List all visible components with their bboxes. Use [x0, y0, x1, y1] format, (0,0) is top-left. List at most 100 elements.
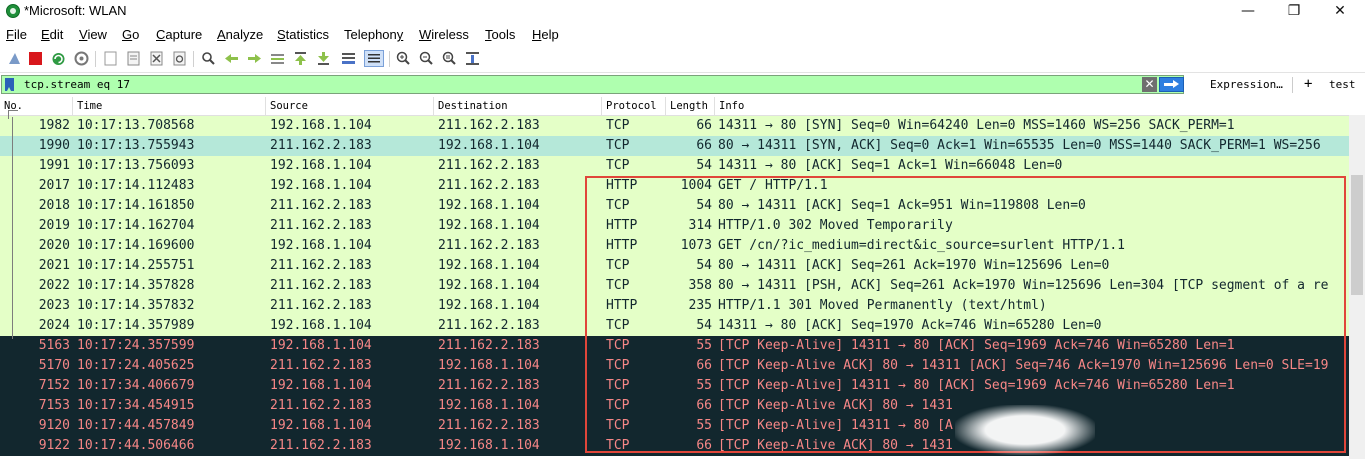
menu-analyze[interactable]: Analyze	[217, 27, 263, 42]
menu-tools[interactable]: Tools	[485, 27, 515, 42]
scrollbar-thumb[interactable]	[1351, 175, 1363, 295]
shark-fin-icon[interactable]	[6, 50, 23, 67]
menu-statistics[interactable]: Statistics	[277, 27, 329, 42]
packet-time: 10:17:44.457849	[77, 418, 195, 433]
packet-source: 211.162.2.183	[270, 398, 372, 413]
packet-info: 80 → 14311 [SYN, ACK] Seq=0 Ack=1 Win=65…	[718, 138, 1321, 153]
packet-time: 10:17:14.357832	[77, 298, 195, 313]
packet-destination: 192.168.1.104	[438, 258, 540, 273]
zoom-out-icon[interactable]	[418, 50, 435, 67]
packet-destination: 192.168.1.104	[438, 218, 540, 233]
packet-destination: 192.168.1.104	[438, 398, 540, 413]
packet-time: 10:17:14.169600	[77, 238, 195, 253]
packet-destination: 211.162.2.183	[438, 418, 540, 433]
packet-source: 192.168.1.104	[270, 318, 372, 333]
resize-columns-icon[interactable]	[464, 50, 481, 67]
back-arrow-icon[interactable]	[223, 50, 240, 67]
packet-number: 2023	[38, 298, 70, 313]
display-filter-input[interactable]: tcp.stream eq 17	[1, 75, 1184, 94]
packet-number: 1990	[38, 138, 70, 153]
restore-button[interactable]: ❐	[1271, 0, 1317, 23]
packet-number: 2022	[38, 278, 70, 293]
packet-number: 7152	[38, 378, 70, 393]
packet-row[interactable]: 1991 10:17:13.756093 192.168.1.104 211.162.…	[0, 156, 1349, 176]
apply-filter-icon[interactable]	[1159, 77, 1184, 92]
packet-source: 211.162.2.183	[270, 278, 372, 293]
menu-go[interactable]: Go	[122, 27, 139, 42]
packet-row[interactable]: 1990 10:17:13.755943 211.162.2.183 192.168.…	[0, 136, 1349, 156]
window-title: *Microsoft: WLAN	[24, 3, 127, 18]
packet-row[interactable]: 1982 10:17:13.708568 192.168.1.104 211.162.…	[0, 116, 1349, 136]
packet-list-header: No. Time Source Destination Protocol Len…	[0, 97, 1365, 116]
reload-icon[interactable]	[171, 50, 188, 67]
packet-destination: 192.168.1.104	[438, 358, 540, 373]
column-header-time[interactable]: Time	[73, 97, 266, 115]
display-filter-value: tcp.stream eq 17	[24, 78, 130, 91]
go-to-packet-icon[interactable]	[269, 50, 286, 67]
packet-time: 10:17:34.454915	[77, 398, 195, 413]
menu-view[interactable]: View	[79, 27, 107, 42]
menu-telephony[interactable]: Telephony	[344, 27, 403, 42]
column-header-protocol[interactable]: Protocol	[602, 97, 666, 115]
column-header-info[interactable]: Info	[715, 97, 1365, 115]
add-filter-button[interactable]: +	[1304, 76, 1312, 92]
packet-number: 1991	[38, 158, 70, 173]
packet-destination: 192.168.1.104	[438, 438, 540, 453]
stop-icon[interactable]	[27, 50, 44, 67]
packet-time: 10:17:14.357828	[77, 278, 195, 293]
filter-button-test[interactable]: test	[1329, 78, 1356, 91]
menu-capture[interactable]: Capture	[156, 27, 202, 42]
packet-time: 10:17:14.112483	[77, 178, 195, 193]
packet-number: 2020	[38, 238, 70, 253]
find-icon[interactable]	[200, 50, 217, 67]
last-packet-icon[interactable]	[315, 50, 332, 67]
menu-edit[interactable]: Edit	[41, 27, 63, 42]
packet-number: 1982	[38, 118, 70, 133]
packet-time: 10:17:14.357989	[77, 318, 195, 333]
menu-file[interactable]: File	[6, 27, 27, 42]
autoscroll-icon[interactable]	[340, 50, 357, 67]
packet-source: 192.168.1.104	[270, 178, 372, 193]
normal-size-icon[interactable]	[441, 50, 458, 67]
filter-bookmark-icon[interactable]	[5, 78, 14, 91]
packet-destination: 211.162.2.183	[438, 178, 540, 193]
packet-length: 54	[696, 158, 712, 173]
close-window-button[interactable]: ✕	[1317, 0, 1363, 23]
expression-button[interactable]: Expression…	[1210, 78, 1283, 91]
packet-time: 10:17:14.255751	[77, 258, 195, 273]
packet-number: 5170	[38, 358, 70, 373]
packet-source: 192.168.1.104	[270, 338, 372, 353]
vertical-scrollbar[interactable]	[1349, 115, 1365, 459]
first-packet-icon[interactable]	[292, 50, 309, 67]
forward-arrow-icon[interactable]	[246, 50, 263, 67]
packet-source: 192.168.1.104	[270, 118, 372, 133]
menu-bar: File Edit View Go Capture Analyze Statistics Te…	[0, 24, 1365, 45]
packet-number: 2021	[38, 258, 70, 273]
packet-number: 9122	[38, 438, 70, 453]
column-header-destination[interactable]: Destination	[434, 97, 602, 115]
zoom-in-icon[interactable]	[395, 50, 412, 67]
close-file-icon[interactable]	[148, 50, 165, 67]
clear-filter-icon[interactable]: ✕	[1142, 77, 1157, 92]
options-gear-icon[interactable]	[73, 50, 90, 67]
packet-time: 10:17:34.406679	[77, 378, 195, 393]
packet-time: 10:17:44.506466	[77, 438, 195, 453]
open-file-icon[interactable]	[102, 50, 119, 67]
packet-number: 9120	[38, 418, 70, 433]
packet-info: 14311 → 80 [SYN] Seq=0 Win=64240 Len=0 M…	[718, 118, 1235, 133]
menu-help[interactable]: Help	[532, 27, 559, 42]
packet-source: 211.162.2.183	[270, 358, 372, 373]
menu-wireless[interactable]: Wireless	[419, 27, 469, 42]
main-toolbar	[0, 46, 1365, 73]
column-header-source[interactable]: Source	[266, 97, 434, 115]
colorize-icon[interactable]	[364, 50, 384, 67]
column-header-length[interactable]: Length	[666, 97, 715, 115]
restart-icon[interactable]	[50, 50, 67, 67]
wireshark-logo-icon	[6, 4, 20, 18]
packet-length: 66	[696, 138, 712, 153]
packet-source: 192.168.1.104	[270, 158, 372, 173]
save-icon[interactable]	[125, 50, 142, 67]
packet-source: 211.162.2.183	[270, 198, 372, 213]
packet-time: 10:17:13.755943	[77, 138, 195, 153]
minimize-button[interactable]: —	[1225, 0, 1271, 23]
